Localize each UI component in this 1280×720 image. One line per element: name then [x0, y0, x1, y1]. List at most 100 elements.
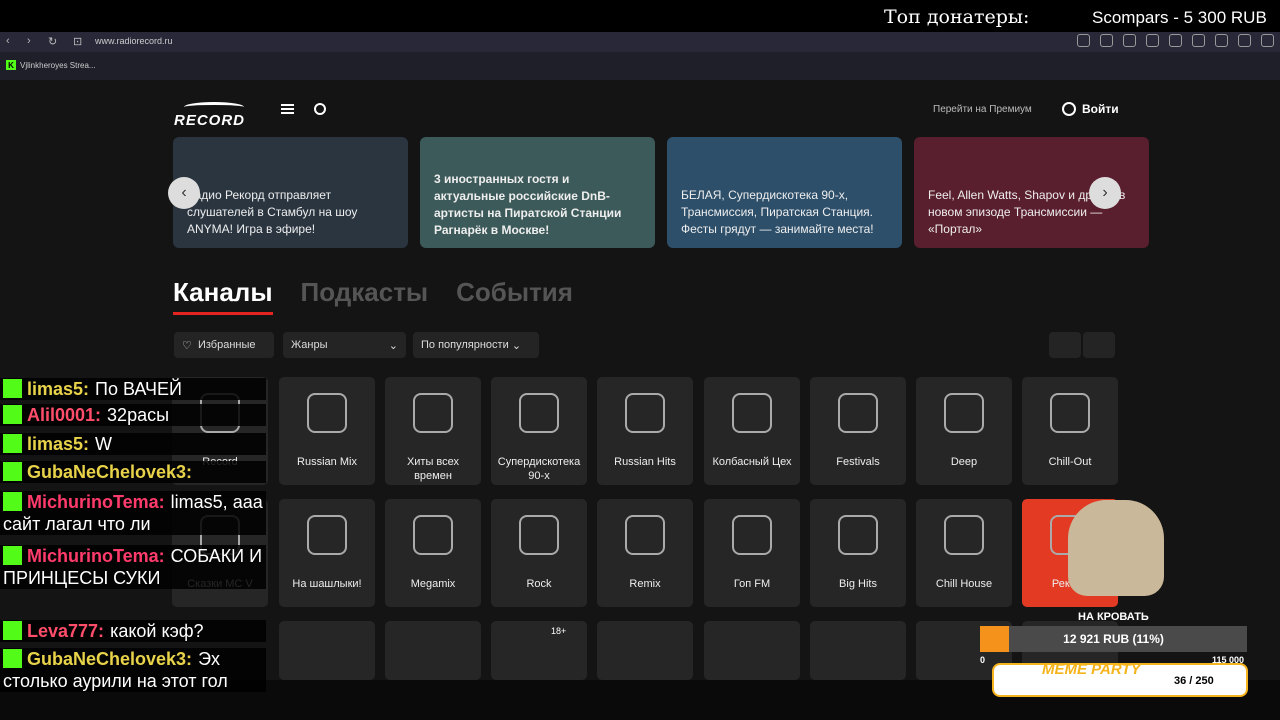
tab-podcasts[interactable]: Подкасты	[301, 277, 429, 315]
reload-icon[interactable]: ↻	[48, 35, 57, 48]
top-donors-label: Топ донатеры:	[884, 6, 1030, 28]
channel-icon	[413, 393, 453, 433]
box-icon[interactable]	[1261, 34, 1274, 47]
channel-name: Хиты всех времен	[406, 456, 460, 482]
screenshot-icon[interactable]	[1123, 34, 1136, 47]
channel-icon	[307, 393, 347, 433]
tab-channels[interactable]: Каналы	[173, 277, 273, 315]
extension-icon[interactable]	[1077, 34, 1090, 47]
news-card[interactable]: БЕЛАЯ, Супердискотека 90-х, Трансмиссия,…	[667, 137, 902, 248]
grid-view-button[interactable]	[1049, 332, 1081, 358]
channel-tile[interactable]: Deep	[916, 377, 1012, 485]
chat-username: MichurinoTema:	[27, 492, 165, 512]
channel-tile[interactable]	[704, 621, 800, 680]
channel-name: Rock	[526, 578, 552, 590]
channel-tile[interactable]: Гоп FM	[704, 499, 800, 607]
premium-link[interactable]: Перейти на Премиум	[933, 104, 1032, 115]
kick-icon	[3, 649, 22, 668]
sort-label: По популярности	[421, 339, 509, 351]
news-text: БЕЛАЯ, Супердискотека 90-х, Трансмиссия,…	[681, 188, 874, 236]
chat-message: GubaNeChelovek3: Эх столько аурили на это…	[0, 648, 266, 692]
channel-tile[interactable]: Megamix	[385, 499, 481, 607]
lock-icon: ⊡	[73, 36, 83, 48]
channel-tile[interactable]: Chill-Out	[1022, 377, 1118, 485]
channel-icon	[625, 515, 665, 555]
download-icon[interactable]	[1192, 34, 1205, 47]
forward-icon[interactable]: ›	[27, 35, 31, 47]
channel-tile[interactable]	[279, 621, 375, 680]
channel-icon	[1050, 393, 1090, 433]
carousel-next-button[interactable]: ›	[1089, 177, 1121, 209]
channel-tile[interactable]: Remix	[597, 499, 693, 607]
channel-icon	[732, 393, 772, 433]
age-badge: 18+	[551, 626, 567, 636]
channel-tile[interactable]: Колбасный Цех	[704, 377, 800, 485]
list-view-button[interactable]	[1083, 332, 1115, 358]
chat-username: MichurinoTema:	[27, 546, 165, 566]
back-icon[interactable]: ‹	[6, 35, 10, 47]
chevron-down-icon: ⌄	[511, 339, 522, 352]
profile-icon[interactable]	[1238, 34, 1251, 47]
tab-events[interactable]: События	[456, 277, 573, 315]
channel-icon	[838, 515, 878, 555]
channel-icon	[944, 515, 984, 555]
play-icon[interactable]	[1146, 34, 1159, 47]
top-donor: Scompars - 5 300 RUB	[1092, 8, 1267, 27]
channel-tile[interactable]	[810, 621, 906, 680]
genres-dropdown[interactable]: Жанры ⌄	[283, 332, 406, 358]
kick-icon	[3, 462, 22, 481]
chat-username: GubaNeChelovek3:	[27, 649, 193, 669]
news-card[interactable]: Радио Рекорд отправляет слушателей в Ста…	[173, 137, 408, 248]
camera-icon[interactable]	[1100, 34, 1113, 47]
channel-name: Remix	[629, 578, 661, 590]
chat-text: какой кэф?	[110, 621, 204, 641]
favorites-filter[interactable]: ♡ Избранные	[174, 332, 274, 358]
channel-tile[interactable]: Rock	[491, 499, 587, 607]
kick-icon	[3, 405, 22, 424]
channel-tile[interactable]: На шашлыки!	[279, 499, 375, 607]
address-bar[interactable]: www.radiorecord.ru	[95, 36, 173, 46]
channel-tile[interactable]: Russian Hits	[597, 377, 693, 485]
search-icon[interactable]	[314, 103, 326, 115]
news-card[interactable]: 3 иностранных гостя и актуальные российс…	[420, 137, 655, 248]
kick-icon	[3, 379, 22, 398]
chat-username: GubaNeChelovek3:	[27, 462, 193, 482]
menu-icon[interactable]	[1215, 34, 1228, 47]
channel-name: Megamix	[410, 578, 456, 590]
kick-icon	[3, 546, 22, 565]
chat-message: GubaNeChelovek3:	[0, 461, 266, 483]
channel-tile[interactable]: Chill House	[916, 499, 1012, 607]
channel-name: Russian Mix	[297, 456, 357, 468]
login-button[interactable]: Войти	[1062, 102, 1119, 116]
cat-sticker	[1068, 500, 1164, 596]
chat-username: limas5:	[27, 434, 90, 454]
heart-icon[interactable]	[1169, 34, 1182, 47]
channel-tile[interactable]: Festivals	[810, 377, 906, 485]
channel-tile[interactable]	[491, 621, 587, 680]
channel-name: Deep	[950, 456, 978, 468]
bookmark-label: Vjlinkheroyes Strea...	[20, 60, 96, 70]
menu-icon[interactable]	[281, 104, 294, 114]
favorites-label: Избранные	[197, 339, 256, 351]
channel-tile[interactable]	[385, 621, 481, 680]
channel-name: Chill-Out	[1048, 456, 1092, 468]
channel-tile[interactable]: Хиты всех времен	[385, 377, 481, 485]
chat-message: limas5: По ВАЧЕЙ	[0, 378, 266, 400]
chat-username: Leva777:	[27, 621, 105, 641]
chat-username: limas5:	[27, 379, 90, 399]
channel-tile[interactable]	[597, 621, 693, 680]
channel-tile[interactable]: Russian Mix	[279, 377, 375, 485]
kick-icon	[3, 434, 22, 453]
channel-icon	[944, 393, 984, 433]
sort-dropdown[interactable]: По популярности ⌄	[413, 332, 539, 358]
chevron-down-icon: ⌄	[388, 339, 398, 352]
channel-name: Big Hits	[839, 578, 877, 590]
meme-label: MEME PARTY	[1042, 661, 1141, 678]
record-logo[interactable]: RECORD	[174, 102, 245, 129]
channel-tile[interactable]: Супердискотека 90-х	[491, 377, 587, 485]
bookmark-item[interactable]: K Vjlinkheroyes Strea...	[6, 60, 96, 70]
chat-message: MichurinoTema: limas5, ааа сайт лагал что…	[0, 491, 266, 535]
carousel-prev-button[interactable]: ‹	[168, 177, 200, 209]
channel-name: Колбасный Цех	[712, 456, 792, 468]
channel-tile[interactable]: Big Hits	[810, 499, 906, 607]
